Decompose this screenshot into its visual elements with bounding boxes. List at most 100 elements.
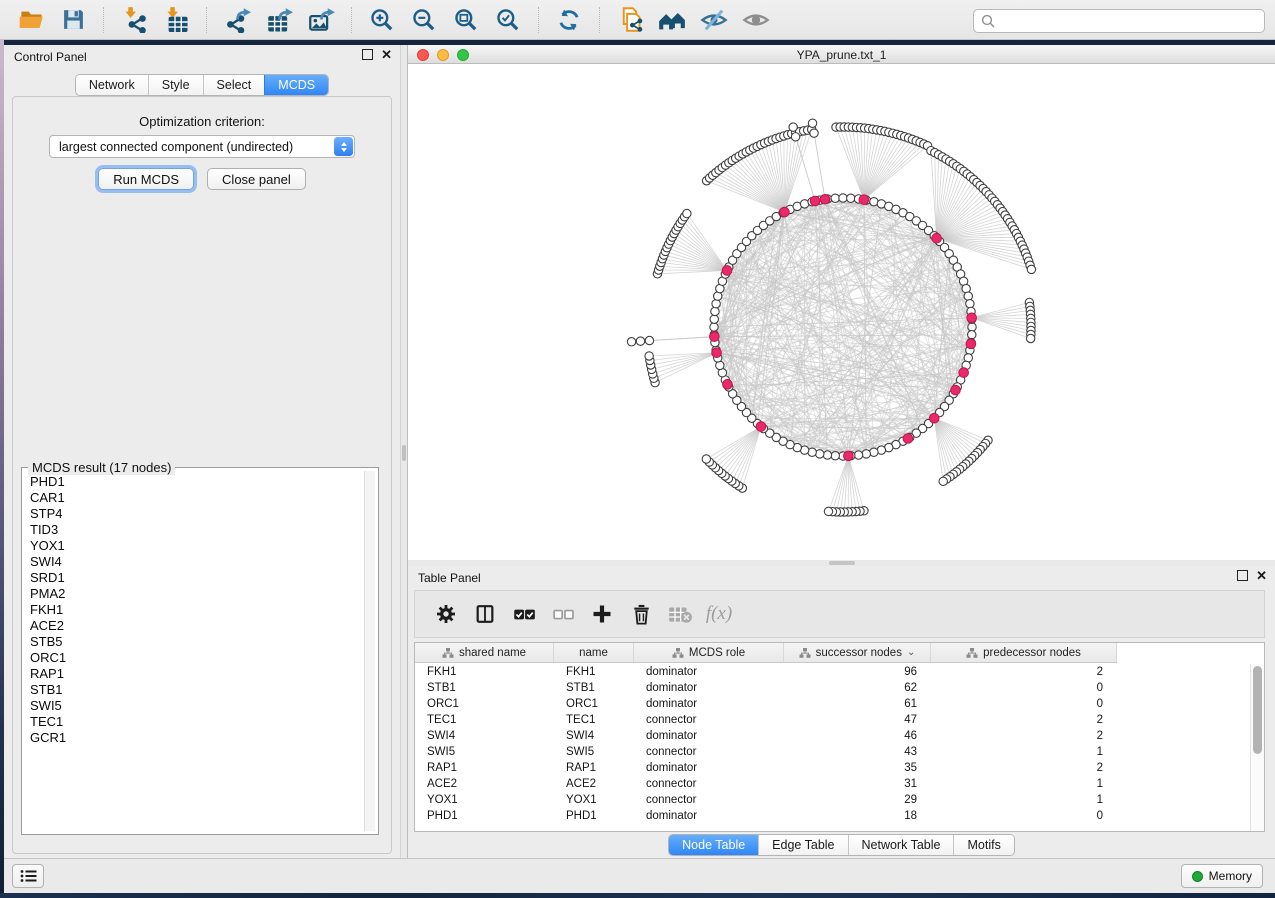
- mcds-result-item[interactable]: PHD1: [26, 474, 362, 490]
- mcds-result-item[interactable]: SWI4: [26, 554, 362, 570]
- select-stepper-icon: [334, 137, 353, 156]
- network-canvas[interactable]: [408, 64, 1275, 560]
- zoom-selected-icon[interactable]: [493, 5, 523, 35]
- mcds-result-item[interactable]: SRD1: [26, 570, 362, 586]
- mcds-result-item[interactable]: ORC1: [26, 650, 362, 666]
- search-icon: [981, 14, 995, 28]
- function-builder-icon: f(x): [704, 599, 734, 629]
- mcds-result-item[interactable]: YOX1: [26, 538, 362, 554]
- result-scrollbar[interactable]: [364, 471, 375, 831]
- tab-mcds[interactable]: MCDS: [264, 75, 328, 95]
- close-panel-button[interactable]: Close panel: [207, 168, 306, 190]
- mcds-result-item[interactable]: CAR1: [26, 490, 362, 506]
- column-type-icon: [966, 647, 978, 659]
- memory-status-icon: [1192, 871, 1203, 882]
- search-box[interactable]: [973, 9, 1265, 33]
- table-cell: SWI4: [415, 730, 554, 742]
- column-header-label: successor nodes: [816, 647, 902, 659]
- mcds-result-item[interactable]: PMA2: [26, 586, 362, 602]
- table-cell: 1: [931, 794, 1117, 806]
- tab-network[interactable]: Network: [76, 75, 148, 95]
- column-header-predecessor-nodes[interactable]: predecessor nodes: [931, 643, 1117, 662]
- table-cell: 0: [931, 810, 1117, 822]
- splitter-handle[interactable]: [829, 561, 855, 565]
- table-row[interactable]: FKH1FKH1dominator962: [415, 664, 1250, 680]
- table-cell: TEC1: [415, 714, 554, 726]
- search-input[interactable]: [995, 11, 1264, 31]
- tab-motifs[interactable]: Motifs: [953, 835, 1013, 855]
- criterion-select[interactable]: largest connected component (undirected): [49, 135, 355, 158]
- tab-network-table[interactable]: Network Table: [848, 835, 954, 855]
- save-session-icon[interactable]: [58, 5, 88, 35]
- mcds-result-list[interactable]: PHD1CAR1STP4TID3YOX1SWI4SRD1PMA2FKH1ACE2…: [26, 474, 362, 830]
- tab-select[interactable]: Select: [203, 75, 265, 95]
- duplicate-network-icon[interactable]: [615, 5, 645, 35]
- import-table-icon[interactable]: [161, 5, 191, 35]
- list-icon: [20, 869, 37, 883]
- mcds-result-item[interactable]: STB1: [26, 682, 362, 698]
- column-header-successor-nodes[interactable]: successor nodes⌄: [784, 643, 931, 662]
- mcds-result-item[interactable]: ACE2: [26, 618, 362, 634]
- column-header-MCDS-role[interactable]: MCDS role: [634, 643, 784, 662]
- column-type-icon: [799, 647, 811, 659]
- column-header-name[interactable]: name: [554, 643, 634, 662]
- mcds-result-item[interactable]: RAP1: [26, 666, 362, 682]
- column-header-shared-name[interactable]: shared name: [415, 643, 554, 662]
- tab-edge-table[interactable]: Edge Table: [758, 835, 847, 855]
- desktop-wallpaper-bottom: [0, 893, 1275, 898]
- first-neighbors-icon[interactable]: [657, 5, 687, 35]
- table-row[interactable]: ACE2ACE2connector311: [415, 776, 1250, 792]
- mcds-result-item[interactable]: STB5: [26, 634, 362, 650]
- table-row[interactable]: TEC1TEC1connector472: [415, 712, 1250, 728]
- settings-icon[interactable]: [431, 599, 461, 629]
- mcds-result-item[interactable]: TID3: [26, 522, 362, 538]
- show-panels-button[interactable]: [12, 864, 44, 888]
- refresh-icon[interactable]: [554, 5, 584, 35]
- column-header-label: MCDS role: [689, 647, 745, 659]
- export-image-icon[interactable]: [306, 5, 336, 35]
- mcds-result-item[interactable]: GCR1: [26, 730, 362, 746]
- vertical-splitter[interactable]: [400, 45, 408, 858]
- mcds-result-item[interactable]: FKH1: [26, 602, 362, 618]
- scrollbar-thumb[interactable]: [1253, 666, 1262, 754]
- open-session-icon[interactable]: [16, 5, 46, 35]
- tab-node-table[interactable]: Node Table: [669, 835, 758, 855]
- close-panel-icon[interactable]: ✕: [381, 49, 392, 60]
- zoom-fit-icon[interactable]: [451, 5, 481, 35]
- table-row[interactable]: SWI5SWI5connector431: [415, 744, 1250, 760]
- table-row[interactable]: STB1STB1dominator620: [415, 680, 1250, 696]
- table-cell: dominator: [634, 698, 784, 710]
- float-panel-icon[interactable]: [362, 49, 373, 60]
- memory-button[interactable]: Memory: [1181, 864, 1263, 888]
- zoom-out-icon[interactable]: [409, 5, 439, 35]
- mcds-result-item[interactable]: SWI5: [26, 698, 362, 714]
- tab-style[interactable]: Style: [148, 75, 203, 95]
- column-layout-icon[interactable]: [470, 599, 500, 629]
- export-network-icon[interactable]: [222, 5, 252, 35]
- mcds-tab-content: Optimization criterion: largest connecte…: [12, 96, 392, 854]
- add-column-icon[interactable]: [587, 599, 617, 629]
- zoom-in-icon[interactable]: [367, 5, 397, 35]
- table-scrollbar[interactable]: [1250, 664, 1264, 831]
- delete-column-icon[interactable]: [626, 599, 656, 629]
- run-mcds-button[interactable]: Run MCDS: [98, 168, 194, 190]
- hide-selected-icon[interactable]: [699, 5, 729, 35]
- control-panel-header: Control Panel ✕: [4, 45, 400, 69]
- splitter-handle[interactable]: [402, 445, 406, 461]
- float-panel-icon[interactable]: [1237, 570, 1248, 581]
- select-all-icon[interactable]: [509, 599, 539, 629]
- mcds-result-item[interactable]: TEC1: [26, 714, 362, 730]
- close-panel-icon[interactable]: ✕: [1256, 570, 1267, 581]
- table-row[interactable]: PHD1PHD1dominator180: [415, 808, 1250, 824]
- network-window-titlebar: YPA_prune.txt_1: [408, 45, 1275, 64]
- table-row[interactable]: ORC1ORC1dominator610: [415, 696, 1250, 712]
- table-row[interactable]: YOX1YOX1connector291: [415, 792, 1250, 808]
- table-row[interactable]: RAP1RAP1dominator352: [415, 760, 1250, 776]
- table-cell: 46: [784, 730, 931, 742]
- export-table-icon[interactable]: [264, 5, 294, 35]
- mcds-result-item[interactable]: STP4: [26, 506, 362, 522]
- deselect-all-icon[interactable]: [548, 599, 578, 629]
- import-network-icon[interactable]: [119, 5, 149, 35]
- table-row[interactable]: SWI4SWI4dominator462: [415, 728, 1250, 744]
- show-all-icon[interactable]: [741, 5, 771, 35]
